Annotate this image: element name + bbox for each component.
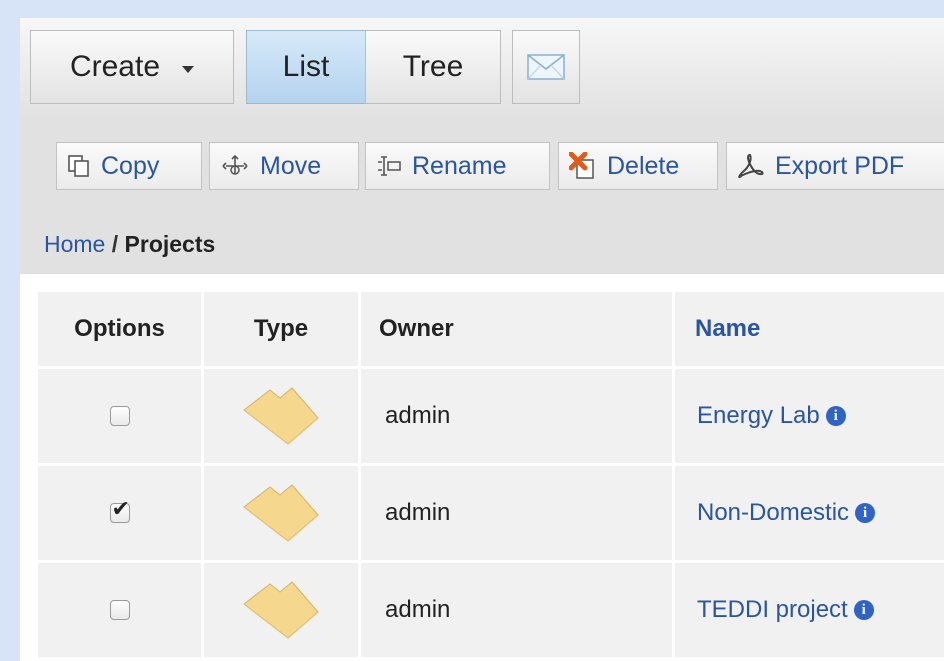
info-icon[interactable]: i bbox=[853, 600, 874, 620]
breadcrumb: Home / Projects bbox=[44, 231, 215, 258]
header-type-label: Type bbox=[253, 315, 309, 342]
table-row-owner: admin bbox=[361, 466, 672, 560]
copy-label: Copy bbox=[101, 151, 160, 180]
header-type: Type bbox=[204, 292, 358, 366]
file-browser-frame: Create List Tree Copy Move Rename Delete… bbox=[20, 18, 944, 661]
table-row-options bbox=[38, 466, 201, 560]
breadcrumb-current: Projects bbox=[124, 231, 216, 257]
list-view-button[interactable]: List bbox=[246, 30, 366, 104]
header-owner-label: Owner bbox=[379, 315, 454, 342]
row-checkbox-checked[interactable] bbox=[109, 497, 130, 523]
folder-icon bbox=[243, 387, 319, 445]
chevron-down-icon bbox=[182, 65, 195, 73]
table-row-owner: admin bbox=[361, 563, 672, 657]
delete-icon bbox=[569, 152, 594, 179]
row-checkbox[interactable] bbox=[109, 406, 130, 426]
header-owner: Owner bbox=[361, 292, 672, 366]
project-name-link[interactable]: Energy Lab bbox=[697, 402, 820, 430]
table-row-type bbox=[204, 563, 358, 657]
pdf-icon bbox=[738, 153, 764, 179]
header-name[interactable]: Name bbox=[675, 292, 944, 366]
rename-button[interactable]: Rename bbox=[365, 142, 550, 190]
envelope-icon bbox=[527, 54, 565, 80]
create-dropdown-button[interactable]: Create bbox=[30, 30, 234, 104]
table-row-owner: admin bbox=[361, 369, 672, 463]
move-label: Move bbox=[260, 151, 322, 180]
tree-view-label: Tree bbox=[402, 50, 464, 83]
info-icon[interactable]: i bbox=[855, 503, 876, 523]
project-name-link[interactable]: Non-Domestic bbox=[697, 499, 849, 527]
header-name-label: Name bbox=[695, 315, 761, 342]
owner-text: admin bbox=[385, 402, 451, 429]
owner-text: admin bbox=[385, 499, 451, 526]
breadcrumb-home-link[interactable]: Home bbox=[44, 231, 105, 257]
owner-text: admin bbox=[385, 596, 451, 623]
table-row-type bbox=[204, 369, 358, 463]
table-row-options bbox=[38, 369, 201, 463]
project-name-link[interactable]: TEDDI project bbox=[697, 596, 848, 624]
header-options-label: Options bbox=[74, 315, 165, 342]
table-row-name: Energy Lab i bbox=[675, 369, 944, 463]
delete-label: Delete bbox=[607, 151, 680, 180]
export-pdf-button[interactable]: Export PDF bbox=[726, 142, 944, 190]
rename-icon bbox=[378, 156, 401, 176]
row-checkbox[interactable] bbox=[109, 600, 130, 620]
email-button[interactable] bbox=[512, 30, 580, 104]
table-row-type bbox=[204, 466, 358, 560]
create-label: Create bbox=[69, 50, 161, 83]
table-row-options bbox=[38, 563, 201, 657]
breadcrumb-separator: / bbox=[111, 231, 119, 257]
export-pdf-label: Export PDF bbox=[775, 151, 905, 180]
folder-icon bbox=[243, 581, 319, 639]
table-row-name: TEDDI project i bbox=[675, 563, 944, 657]
projects-table: Options Type Owner Name admin Energy Lab… bbox=[20, 274, 944, 661]
move-icon bbox=[222, 154, 248, 175]
list-view-label: List bbox=[282, 50, 330, 83]
view-toolbar: Create List Tree bbox=[20, 18, 944, 117]
info-icon[interactable]: i bbox=[825, 406, 846, 426]
delete-button[interactable]: Delete bbox=[558, 142, 718, 190]
copy-icon bbox=[68, 155, 89, 177]
tree-view-button[interactable]: Tree bbox=[365, 30, 501, 104]
folder-icon bbox=[243, 484, 319, 542]
header-options: Options bbox=[38, 292, 201, 366]
rename-label: Rename bbox=[412, 151, 507, 180]
table-row-name: Non-Domestic i bbox=[675, 466, 944, 560]
move-button[interactable]: Move bbox=[209, 142, 359, 190]
action-toolbar: Copy Move Rename Delete Export PDF Home … bbox=[20, 116, 944, 274]
copy-button[interactable]: Copy bbox=[56, 142, 202, 190]
